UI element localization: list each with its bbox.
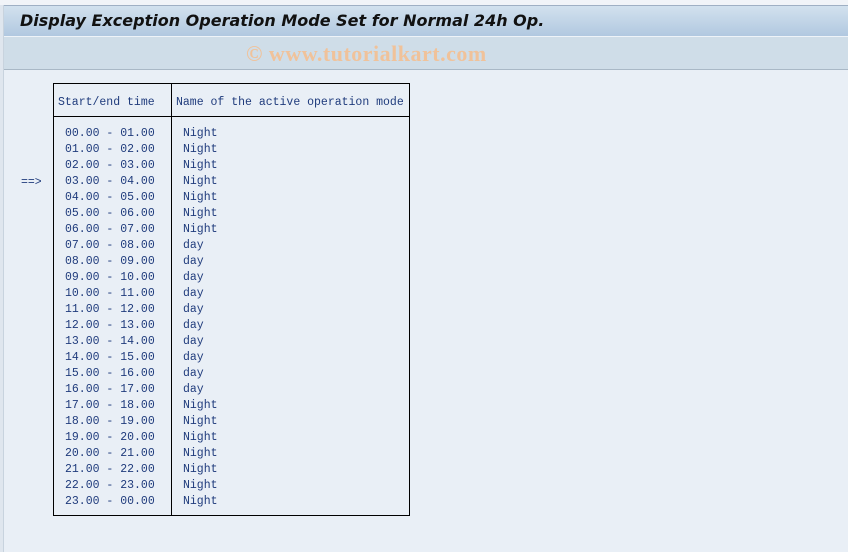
table-row[interactable]: 18.00 - 19.00 Night [54,415,409,431]
time-range-cell: 06.00 - 07.00 [65,223,155,236]
operation-mode-cell: Night [183,495,218,508]
operation-mode-cell: Night [183,207,218,220]
table-row[interactable]: 01.00 - 02.00 Night [54,143,409,159]
operation-mode-cell: Night [183,191,218,204]
operation-mode-cell: day [183,239,204,252]
table-row[interactable]: 09.00 - 10.00 day [54,271,409,287]
table-row[interactable]: 07.00 - 08.00 day [54,239,409,255]
page-title: Display Exception Operation Mode Set for… [20,11,545,30]
operation-mode-cell: Night [183,447,218,460]
operation-mode-cell: day [183,303,204,316]
table-row[interactable]: 21.00 - 22.00 Night [54,463,409,479]
time-range-cell: 08.00 - 09.00 [65,255,155,268]
time-range-cell: 10.00 - 11.00 [65,287,155,300]
time-range-cell: 11.00 - 12.00 [65,303,155,316]
table-row[interactable]: 03.00 - 04.00 Night [54,175,409,191]
watermark: © www.tutorialkart.com [246,41,487,66]
operation-mode-cell: Night [183,223,218,236]
operation-mode-cell: day [183,335,204,348]
operation-mode-table: Start/end time Name of the active operat… [53,83,410,516]
table-row[interactable]: 23.00 - 00.00 Night [54,495,409,511]
table-row[interactable]: 15.00 - 16.00 day [54,367,409,383]
table-row[interactable]: 12.00 - 13.00 day [54,319,409,335]
table-row[interactable]: 05.00 - 06.00 Night [54,207,409,223]
time-range-cell: 05.00 - 06.00 [65,207,155,220]
operation-mode-cell: day [183,271,204,284]
time-range-cell: 18.00 - 19.00 [65,415,155,428]
time-range-cell: 17.00 - 18.00 [65,399,155,412]
current-row-marker: ==> [21,176,42,189]
time-range-cell: 22.00 - 23.00 [65,479,155,492]
column-header-time: Start/end time [58,96,155,109]
operation-mode-cell: Night [183,399,218,412]
table-row[interactable]: 19.00 - 20.00 Night [54,431,409,447]
time-range-cell: 02.00 - 03.00 [65,159,155,172]
time-range-cell: 04.00 - 05.00 [65,191,155,204]
time-range-cell: 00.00 - 01.00 [65,127,155,140]
header-separator [54,116,409,117]
time-range-cell: 03.00 - 04.00 [65,175,155,188]
operation-mode-cell: Night [183,159,218,172]
time-range-cell: 13.00 - 14.00 [65,335,155,348]
table-row[interactable]: 00.00 - 01.00 Night [54,127,409,143]
time-range-cell: 01.00 - 02.00 [65,143,155,156]
application-toolbar: © www.tutorialkart.com [4,36,848,70]
operation-mode-cell: Night [183,175,218,188]
table-row[interactable]: 20.00 - 21.00 Night [54,447,409,463]
time-range-cell: 23.00 - 00.00 [65,495,155,508]
operation-mode-cell: Night [183,479,218,492]
time-range-cell: 21.00 - 22.00 [65,463,155,476]
table-row[interactable]: 11.00 - 12.00 day [54,303,409,319]
table-row[interactable]: 04.00 - 05.00 Night [54,191,409,207]
operation-mode-cell: Night [183,127,218,140]
operation-mode-cell: day [183,351,204,364]
operation-mode-cell: Night [183,415,218,428]
table-row[interactable]: 17.00 - 18.00 Night [54,399,409,415]
title-bar: Display Exception Operation Mode Set for… [4,5,848,36]
operation-mode-cell: day [183,319,204,332]
table-row[interactable]: 08.00 - 09.00 day [54,255,409,271]
table-body: 00.00 - 01.00 Night 01.00 - 02.00 Night 02.0… [54,127,409,511]
operation-mode-cell: Night [183,463,218,476]
time-range-cell: 09.00 - 10.00 [65,271,155,284]
table-row[interactable]: 16.00 - 17.00 day [54,383,409,399]
column-header-mode: Name of the active operation mode [176,96,404,109]
operation-mode-cell: day [183,383,204,396]
time-range-cell: 20.00 - 21.00 [65,447,155,460]
table-row[interactable]: 22.00 - 23.00 Night [54,479,409,495]
operation-mode-cell: day [183,367,204,380]
table-row[interactable]: 13.00 - 14.00 day [54,335,409,351]
content-area: ==> Start/end time Name of the active op… [4,70,848,552]
time-range-cell: 19.00 - 20.00 [65,431,155,444]
table-row[interactable]: 02.00 - 03.00 Night [54,159,409,175]
time-range-cell: 07.00 - 08.00 [65,239,155,252]
table-row[interactable]: 06.00 - 07.00 Night [54,223,409,239]
operation-mode-cell: Night [183,431,218,444]
operation-mode-cell: day [183,287,204,300]
time-range-cell: 16.00 - 17.00 [65,383,155,396]
table-row[interactable]: 14.00 - 15.00 day [54,351,409,367]
time-range-cell: 12.00 - 13.00 [65,319,155,332]
operation-mode-cell: Night [183,143,218,156]
table-row[interactable]: 10.00 - 11.00 day [54,287,409,303]
time-range-cell: 15.00 - 16.00 [65,367,155,380]
operation-mode-cell: day [183,255,204,268]
time-range-cell: 14.00 - 15.00 [65,351,155,364]
